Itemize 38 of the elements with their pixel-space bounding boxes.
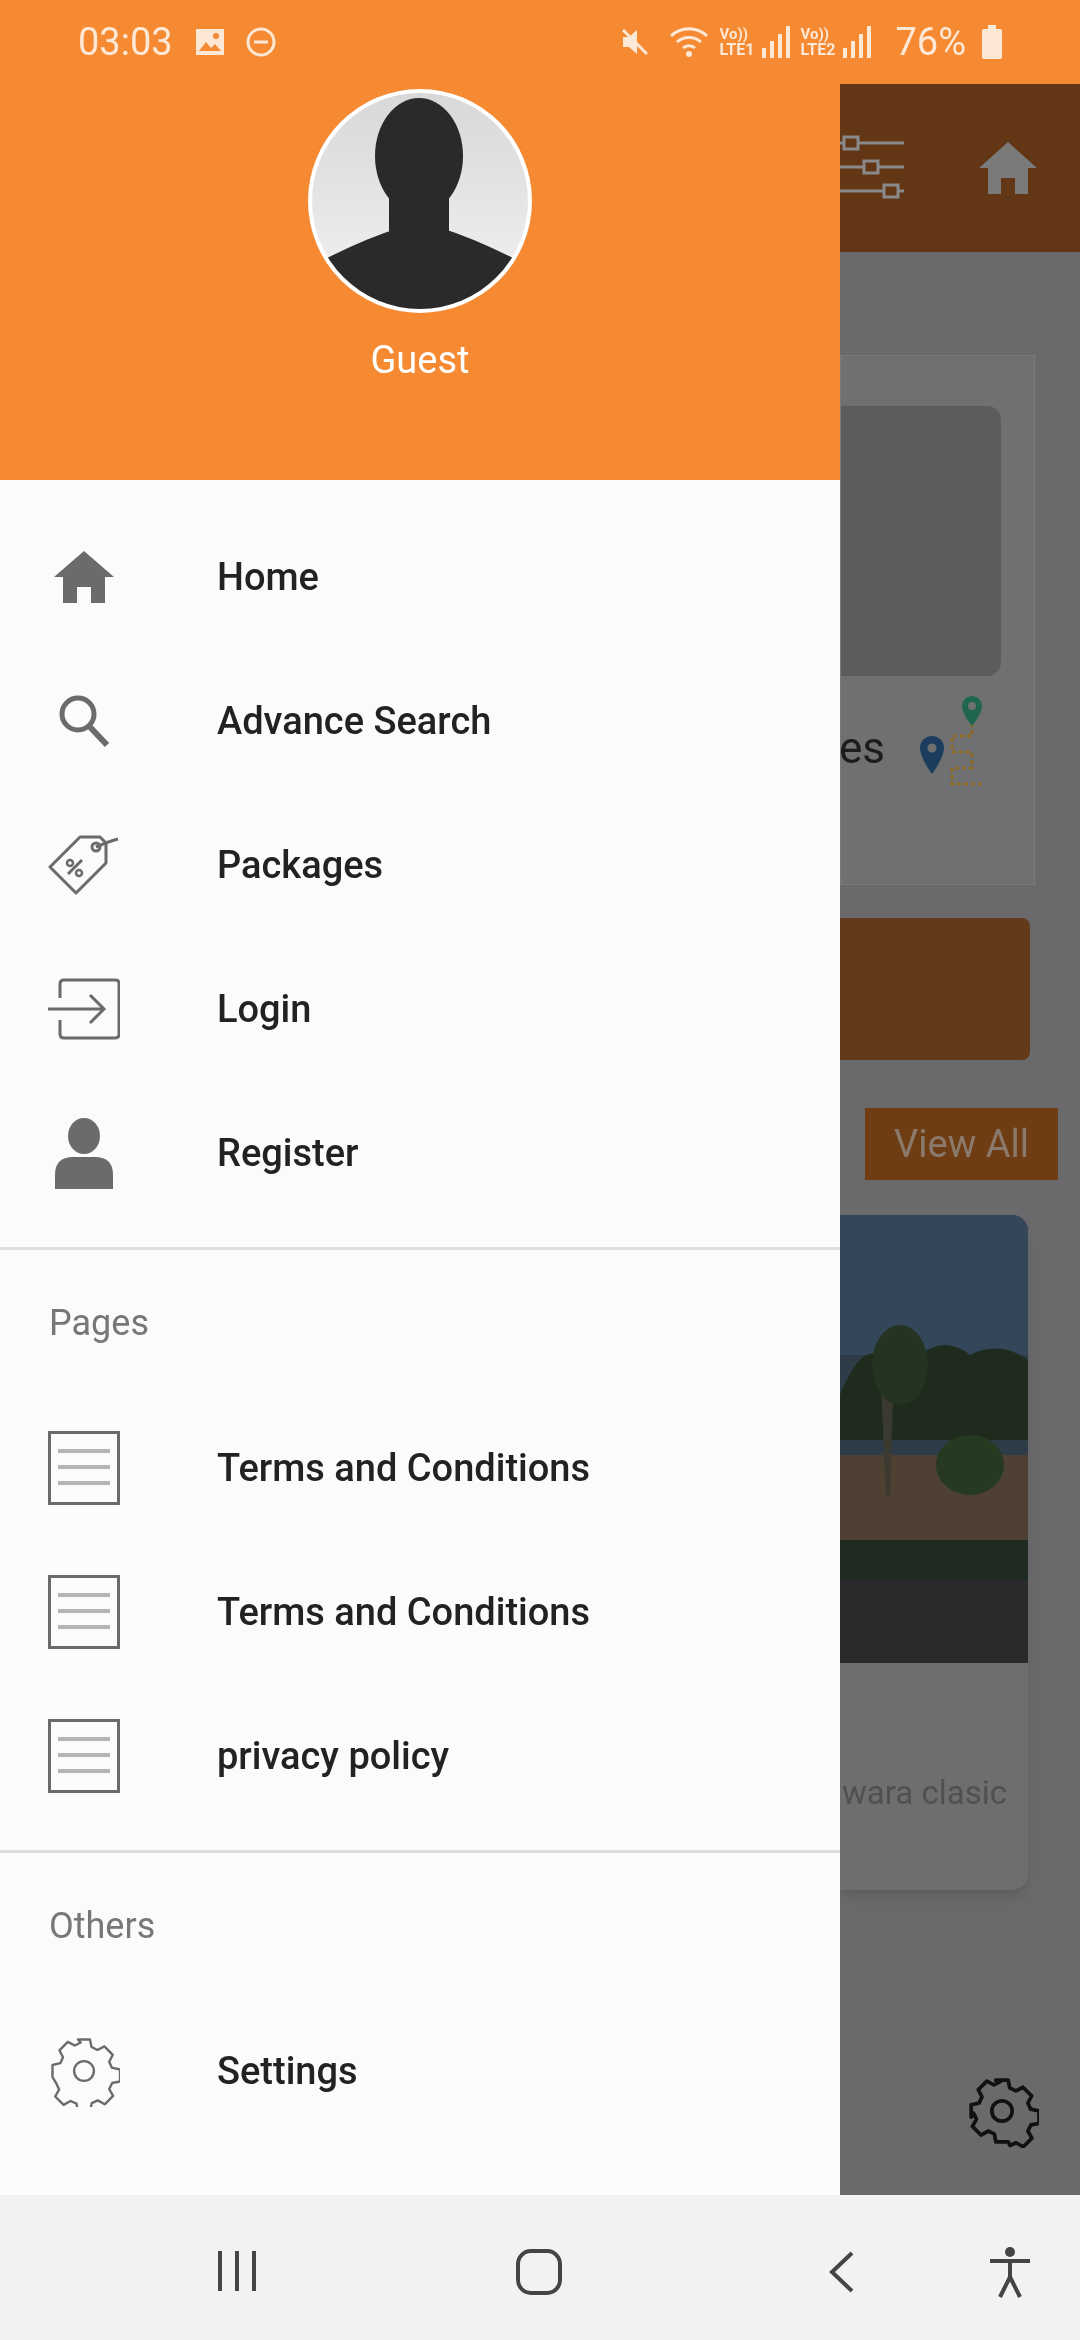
menu-item[interactable]: Login: [0, 937, 840, 1081]
menu-item[interactable]: Packages: [0, 793, 840, 937]
recent-apps-icon[interactable]: [216, 2251, 258, 2291]
menu-item[interactable]: Advance Search: [0, 649, 840, 793]
volte-label: Vo)): [800, 26, 829, 42]
signal-icon: [762, 26, 791, 58]
login-icon: [48, 978, 120, 1040]
gallery-icon: [194, 28, 225, 56]
document-icon: [48, 1719, 120, 1793]
lte-label: LTE2: [800, 41, 836, 58]
document-icon: [48, 1431, 120, 1505]
battery-percent: 76%: [895, 18, 966, 66]
home-button-icon[interactable]: [516, 2249, 562, 2295]
section-heading: Pages: [49, 1301, 149, 1346]
menu-item[interactable]: Terms and Conditions: [0, 1396, 840, 1540]
menu-item[interactable]: Home: [0, 505, 840, 649]
wifi-icon: [669, 24, 710, 60]
search-icon: [57, 693, 111, 749]
menu-item[interactable]: Register: [0, 1081, 840, 1225]
volte-label: Vo)): [719, 26, 749, 42]
price-tag-icon: [48, 834, 120, 896]
menu-item[interactable]: Settings: [0, 1999, 840, 2143]
do-not-disturb-icon: [244, 26, 277, 58]
status-time: 03:03: [78, 18, 173, 66]
user-name: Guest: [370, 337, 470, 384]
lte-label: LTE1: [719, 41, 755, 58]
accessibility-icon[interactable]: [988, 2247, 1032, 2299]
document-icon: [48, 1575, 120, 1649]
back-icon[interactable]: [828, 2251, 856, 2293]
home-icon: [54, 551, 114, 603]
person-icon: [55, 1117, 113, 1189]
menu-item[interactable]: Terms and Conditions: [0, 1540, 840, 1684]
section-heading: Others: [49, 1904, 156, 1949]
settings-icon: [48, 2035, 120, 2107]
card-text: es: [840, 726, 886, 776]
signal-icon: [843, 26, 872, 58]
menu-item[interactable]: privacy policy: [0, 1684, 840, 1828]
battery-icon: [982, 25, 1002, 59]
